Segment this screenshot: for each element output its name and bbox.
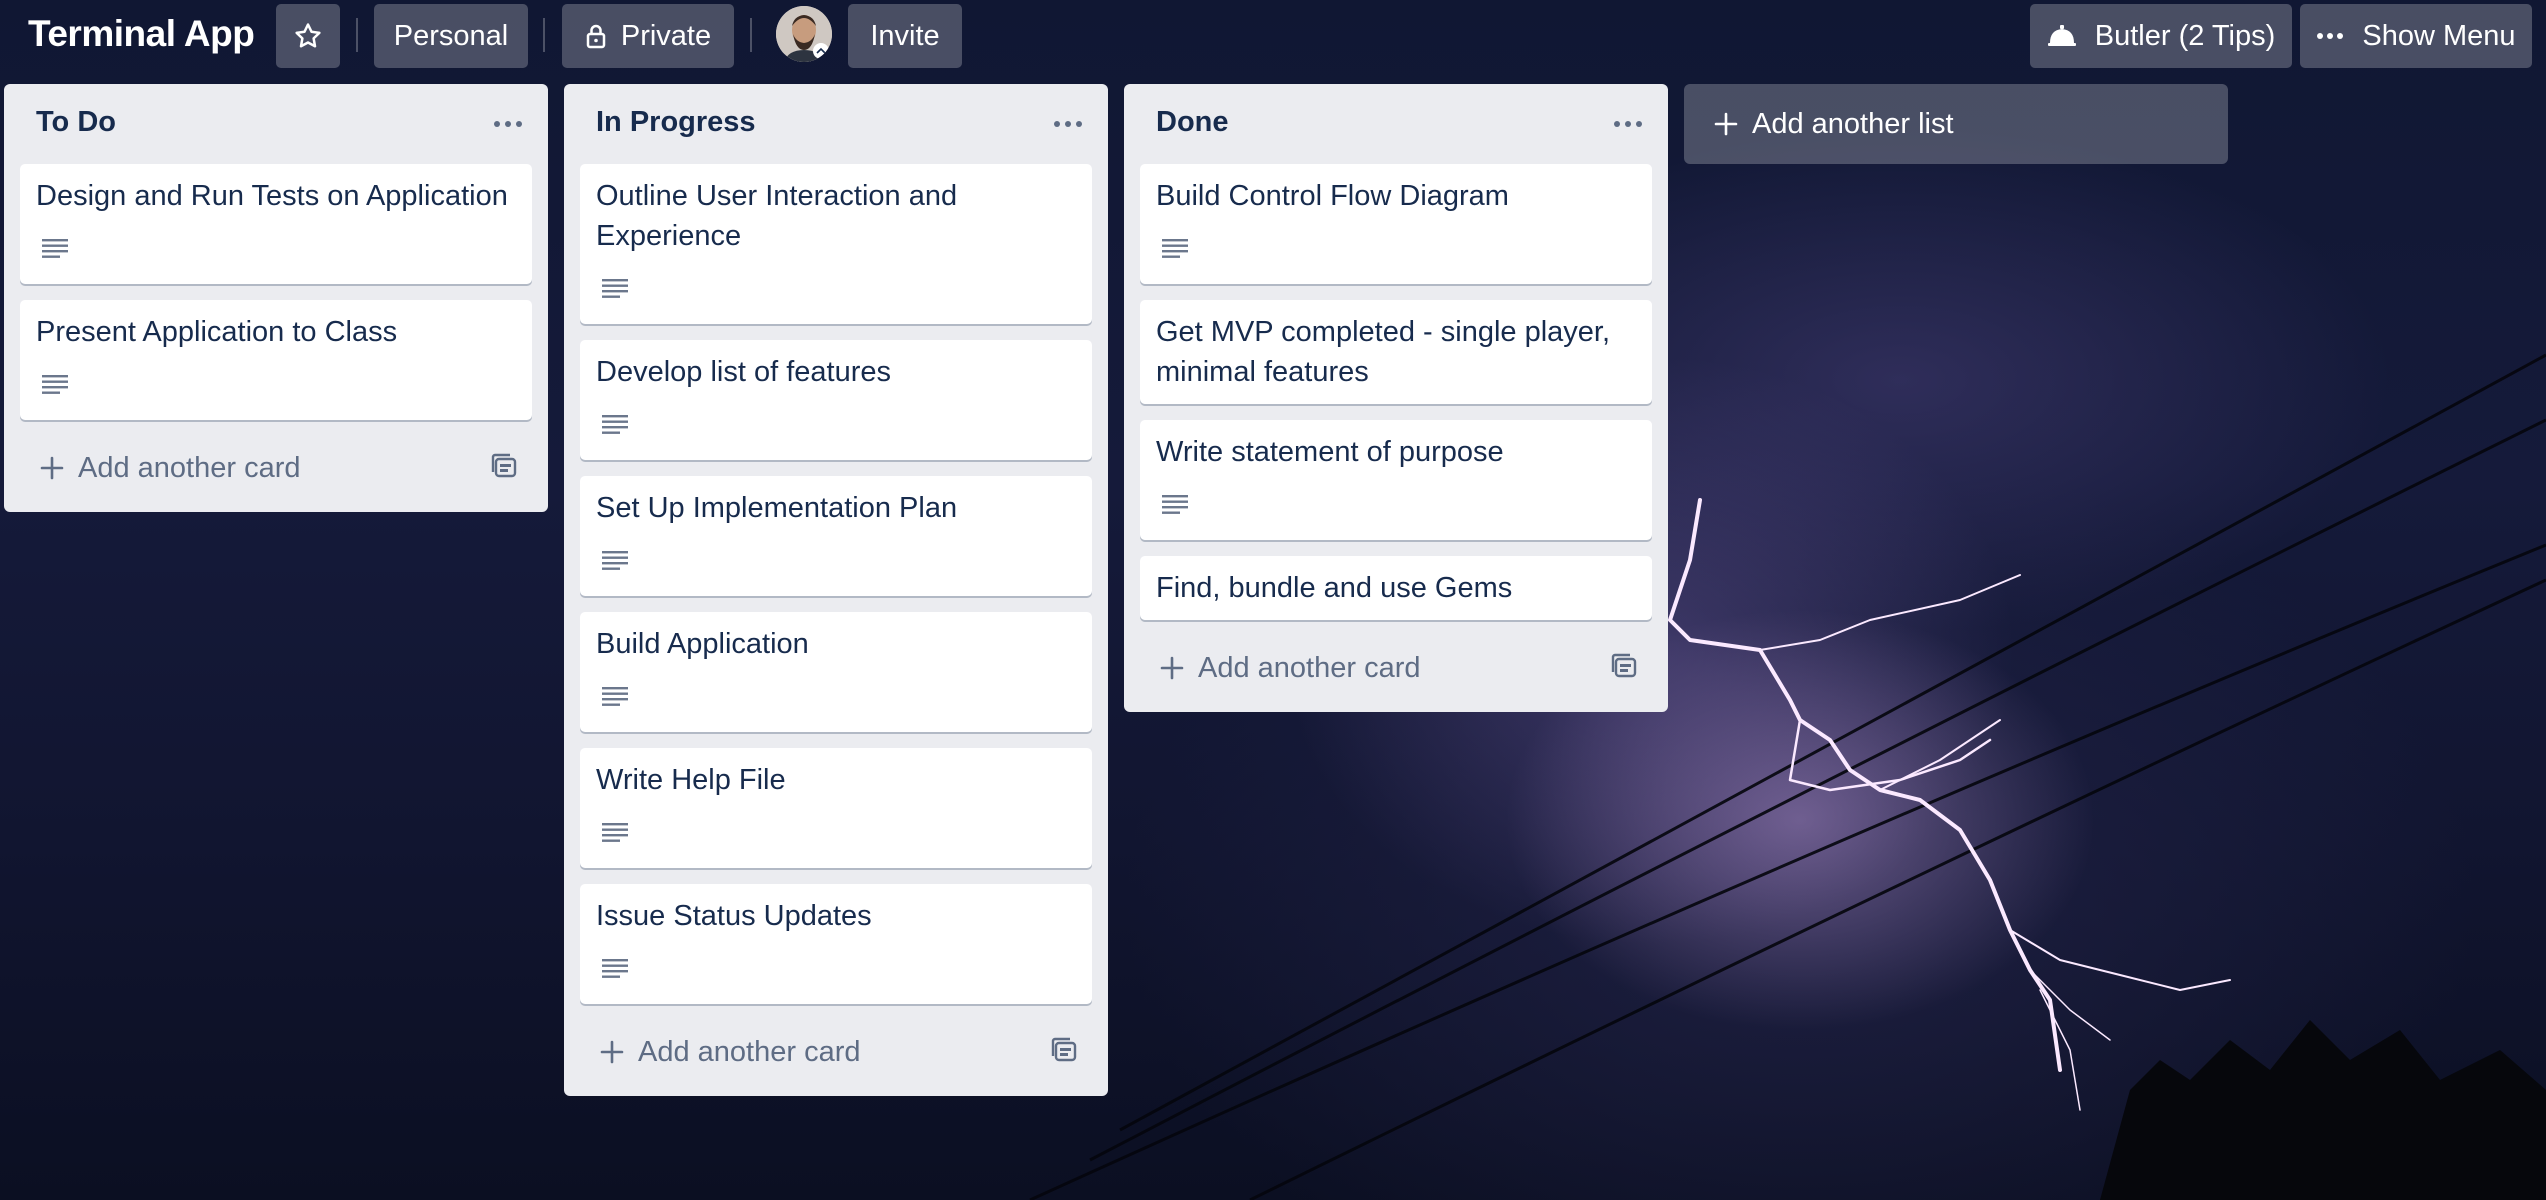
- add-card-label: Add another card: [78, 452, 301, 484]
- more-dots-icon: [1054, 121, 1082, 127]
- team-button-label: Personal: [393, 20, 509, 52]
- list-title[interactable]: To Do: [36, 106, 116, 139]
- show-menu-button[interactable]: Show Menu: [2300, 4, 2532, 68]
- butler-button[interactable]: Butler (2 Tips): [2030, 4, 2292, 68]
- description-icon: [1162, 239, 1188, 258]
- add-list-label: Add another list: [1752, 108, 1954, 140]
- description-icon: [602, 823, 628, 842]
- list-in-progress: In Progress Outline User Interaction and…: [564, 84, 1108, 1096]
- description-icon: [602, 687, 628, 706]
- add-card-label: Add another card: [638, 1036, 861, 1068]
- card-title: Develop list of features: [596, 356, 891, 388]
- list-card[interactable]: Develop list of features: [580, 340, 1092, 460]
- card-title: Build Control Flow Diagram: [1156, 180, 1509, 212]
- card-title: Get MVP completed - single player, minim…: [1156, 316, 1611, 388]
- header-divider: [750, 18, 752, 52]
- show-menu-button-label: Show Menu: [2362, 20, 2516, 52]
- list-header: In Progress: [564, 84, 1108, 164]
- star-board-button[interactable]: [276, 4, 340, 68]
- description-icon: [602, 415, 628, 434]
- card-template-icon[interactable]: [1050, 1036, 1078, 1064]
- board-header: Terminal App Personal Private Invite But…: [0, 0, 2546, 70]
- butler-bell-icon: [2047, 25, 2076, 46]
- description-icon: [602, 551, 628, 570]
- invite-button-label: Invite: [870, 20, 940, 52]
- member-avatar[interactable]: [776, 6, 832, 62]
- list-card[interactable]: Outline User Interaction and Experience: [580, 164, 1092, 324]
- card-title: Write Help File: [596, 764, 786, 796]
- team-button[interactable]: Personal: [374, 4, 528, 68]
- card-title: Outline User Interaction and Experience: [596, 180, 958, 252]
- add-card-button[interactable]: Add another card: [580, 1024, 1092, 1080]
- description-icon: [42, 375, 68, 394]
- card-title: Present Application to Class: [36, 316, 398, 348]
- card-title: Write statement of purpose: [1156, 436, 1504, 468]
- avatar-photo: [776, 6, 832, 62]
- list-card[interactable]: Build Control Flow Diagram: [1140, 164, 1652, 284]
- list-title[interactable]: In Progress: [596, 106, 756, 139]
- card-template-icon[interactable]: [490, 452, 518, 480]
- list-card[interactable]: Get MVP completed - single player, minim…: [1140, 300, 1652, 404]
- description-icon: [602, 959, 628, 978]
- card-title: Set Up Implementation Plan: [596, 492, 958, 524]
- header-divider: [356, 18, 358, 52]
- plus-icon: [1714, 112, 1738, 136]
- card-title: Issue Status Updates: [596, 900, 872, 932]
- plus-icon: [40, 456, 64, 480]
- list-card[interactable]: Present Application to Class: [20, 300, 532, 420]
- list-menu-button[interactable]: [488, 106, 528, 142]
- add-card-button[interactable]: Add another card: [20, 440, 532, 496]
- list-header: To Do: [4, 84, 548, 164]
- list-to-do: To Do Design and Run Tests on Applicatio…: [4, 84, 548, 512]
- list-title[interactable]: Done: [1156, 106, 1229, 139]
- lock-icon: [586, 24, 606, 49]
- visibility-button-label: Private: [620, 20, 712, 52]
- list-card[interactable]: Find, bundle and use Gems: [1140, 556, 1652, 620]
- list-card[interactable]: Build Application: [580, 612, 1092, 732]
- more-dots-icon: [1614, 121, 1642, 127]
- butler-button-label: Butler (2 Tips): [2094, 20, 2276, 52]
- list-card[interactable]: Write Help File: [580, 748, 1092, 868]
- list-menu-button[interactable]: [1608, 106, 1648, 142]
- list-card[interactable]: Design and Run Tests on Application: [20, 164, 532, 284]
- description-icon: [1162, 495, 1188, 514]
- card-title: Find, bundle and use Gems: [1156, 572, 1513, 604]
- star-icon: [295, 23, 321, 48]
- plus-icon: [1160, 656, 1184, 680]
- add-card-label: Add another card: [1198, 652, 1421, 684]
- invite-button[interactable]: Invite: [848, 4, 962, 68]
- board-title[interactable]: Terminal App: [28, 10, 255, 58]
- more-dots-icon: [494, 121, 522, 127]
- list-card[interactable]: Set Up Implementation Plan: [580, 476, 1092, 596]
- visibility-button[interactable]: Private: [562, 4, 734, 68]
- list-card[interactable]: Issue Status Updates: [580, 884, 1092, 1004]
- description-icon: [42, 239, 68, 258]
- card-title: Design and Run Tests on Application: [36, 180, 508, 212]
- description-icon: [602, 279, 628, 298]
- list-card[interactable]: Write statement of purpose: [1140, 420, 1652, 540]
- list-done: Done Build Control Flow Diagram Get MVP …: [1124, 84, 1668, 712]
- header-divider: [543, 18, 545, 52]
- card-title: Build Application: [596, 628, 809, 660]
- more-dots-icon: [2317, 33, 2344, 39]
- add-card-button[interactable]: Add another card: [1140, 640, 1652, 696]
- card-template-icon[interactable]: [1610, 652, 1638, 680]
- plus-icon: [600, 1040, 624, 1064]
- list-header: Done: [1124, 84, 1668, 164]
- add-list-button[interactable]: Add another list: [1684, 84, 2228, 164]
- list-menu-button[interactable]: [1048, 106, 1088, 142]
